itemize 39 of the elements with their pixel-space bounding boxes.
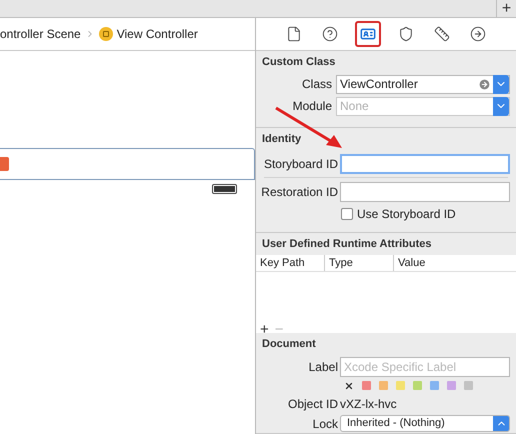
restoration-id-field[interactable]: [340, 182, 510, 202]
label-color-swatch[interactable]: [396, 381, 405, 390]
label-field[interactable]: Xcode Specific Label: [340, 356, 510, 376]
section-title: Custom Class: [261, 55, 336, 70]
checkbox[interactable]: [341, 208, 353, 220]
label-color-swatch[interactable]: [379, 381, 388, 390]
field-label: Lock: [312, 416, 339, 432]
field-label: Label: [308, 358, 339, 376]
section-title: User Defined Runtime Attributes: [261, 237, 433, 252]
column-header[interactable]: Key Path: [256, 254, 324, 271]
add-attribute-button[interactable]: +: [260, 322, 269, 336]
section-title: Document: [261, 337, 317, 352]
battery-icon: [212, 184, 237, 194]
field-label: Restoration ID: [260, 184, 339, 200]
id-card-icon[interactable]: [355, 21, 381, 47]
view-controller-icon: [98, 27, 113, 41]
field-label: Object ID: [286, 396, 339, 412]
exit-icon: [0, 157, 9, 171]
label-color-swatch[interactable]: [464, 381, 473, 390]
field-label: Module: [292, 98, 333, 115]
label-color-swatch[interactable]: [447, 381, 456, 390]
clear-label-icon[interactable]: [344, 380, 354, 390]
dropdown-icon[interactable]: [493, 74, 509, 94]
label-color-swatch[interactable]: [430, 381, 439, 390]
class-combo-box[interactable]: ViewController: [336, 74, 510, 94]
label-color-swatch[interactable]: [413, 381, 422, 390]
dropdown-icon[interactable]: [493, 96, 509, 116]
checkbox-label: Use Storyboard ID: [357, 206, 456, 222]
object-id-value: vXZ-lx-hvc: [340, 396, 397, 412]
breadcrumb-item[interactable]: View Controller: [116, 25, 198, 43]
column-header[interactable]: Value: [393, 254, 516, 271]
lock-popup[interactable]: Inherited - (Nothing): [340, 415, 510, 432]
section-title: Identity: [261, 132, 302, 147]
field-label: Class: [300, 76, 333, 93]
column-header[interactable]: Type: [324, 254, 393, 271]
label-color-swatch[interactable]: [362, 381, 371, 390]
breadcrumb-item[interactable]: ontroller Scene: [0, 25, 81, 43]
storyboard-id-field[interactable]: [340, 154, 510, 174]
field-label: Storyboard ID: [262, 156, 339, 172]
